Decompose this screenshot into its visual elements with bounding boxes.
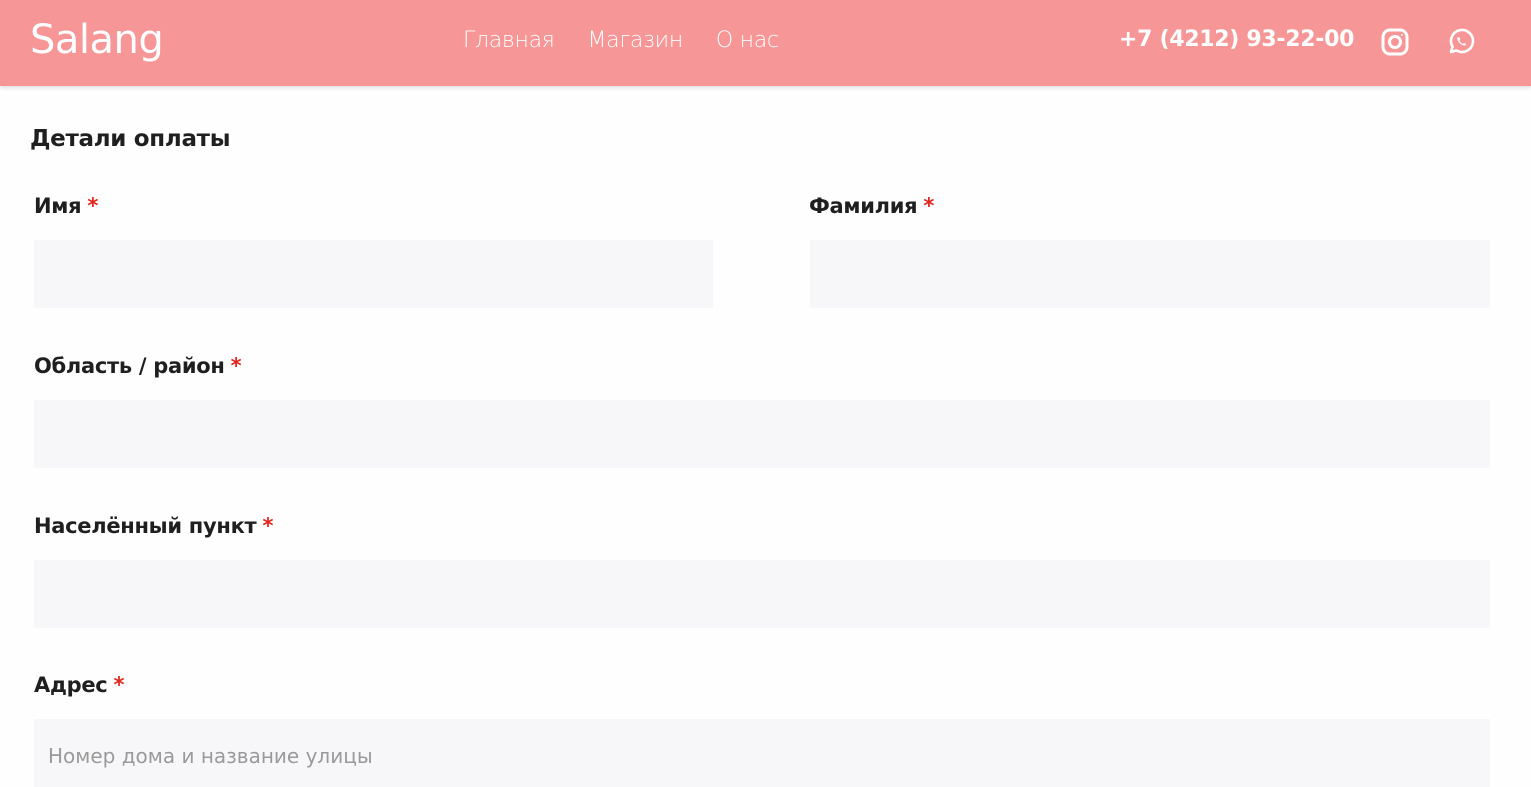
city-label-text: Населённый пункт xyxy=(34,514,257,538)
region-input[interactable] xyxy=(34,400,1490,468)
region-label: Область / район * xyxy=(34,352,242,380)
billing-details-title: Детали оплаты xyxy=(30,126,231,152)
address-label: Адрес * xyxy=(34,671,124,699)
nav-link-home[interactable]: Главная xyxy=(463,28,555,54)
whatsapp-icon[interactable] xyxy=(1446,27,1476,57)
instagram-icon[interactable] xyxy=(1380,27,1410,57)
required-mark: * xyxy=(262,514,274,538)
nav-link-shop[interactable]: Магазин xyxy=(587,28,683,54)
last-name-label-text: Фамилия xyxy=(809,194,918,218)
region-label-text: Область / район xyxy=(34,354,225,378)
first-name-input[interactable] xyxy=(34,240,713,308)
required-mark: * xyxy=(113,673,125,697)
last-name-label: Фамилия * xyxy=(809,192,934,220)
address-input[interactable] xyxy=(34,719,1490,787)
phone-number[interactable]: +7 (4212) 93-22-00 xyxy=(1119,26,1354,54)
site-header: Salang Главная Магазин О нас +7 (4212) 9… xyxy=(0,0,1531,86)
first-name-label: Имя * xyxy=(34,192,98,220)
site-logo[interactable]: Salang xyxy=(30,16,164,64)
city-label: Населённый пункт * xyxy=(34,512,273,540)
nav-link-about[interactable]: О нас xyxy=(716,28,779,54)
address-label-text: Адрес xyxy=(34,673,108,697)
city-input[interactable] xyxy=(34,560,1490,628)
main-nav: Главная Магазин О нас xyxy=(463,28,779,54)
last-name-input[interactable] xyxy=(810,240,1490,308)
first-name-label-text: Имя xyxy=(34,194,82,218)
required-mark: * xyxy=(87,194,99,218)
required-mark: * xyxy=(230,354,242,378)
required-mark: * xyxy=(923,194,935,218)
